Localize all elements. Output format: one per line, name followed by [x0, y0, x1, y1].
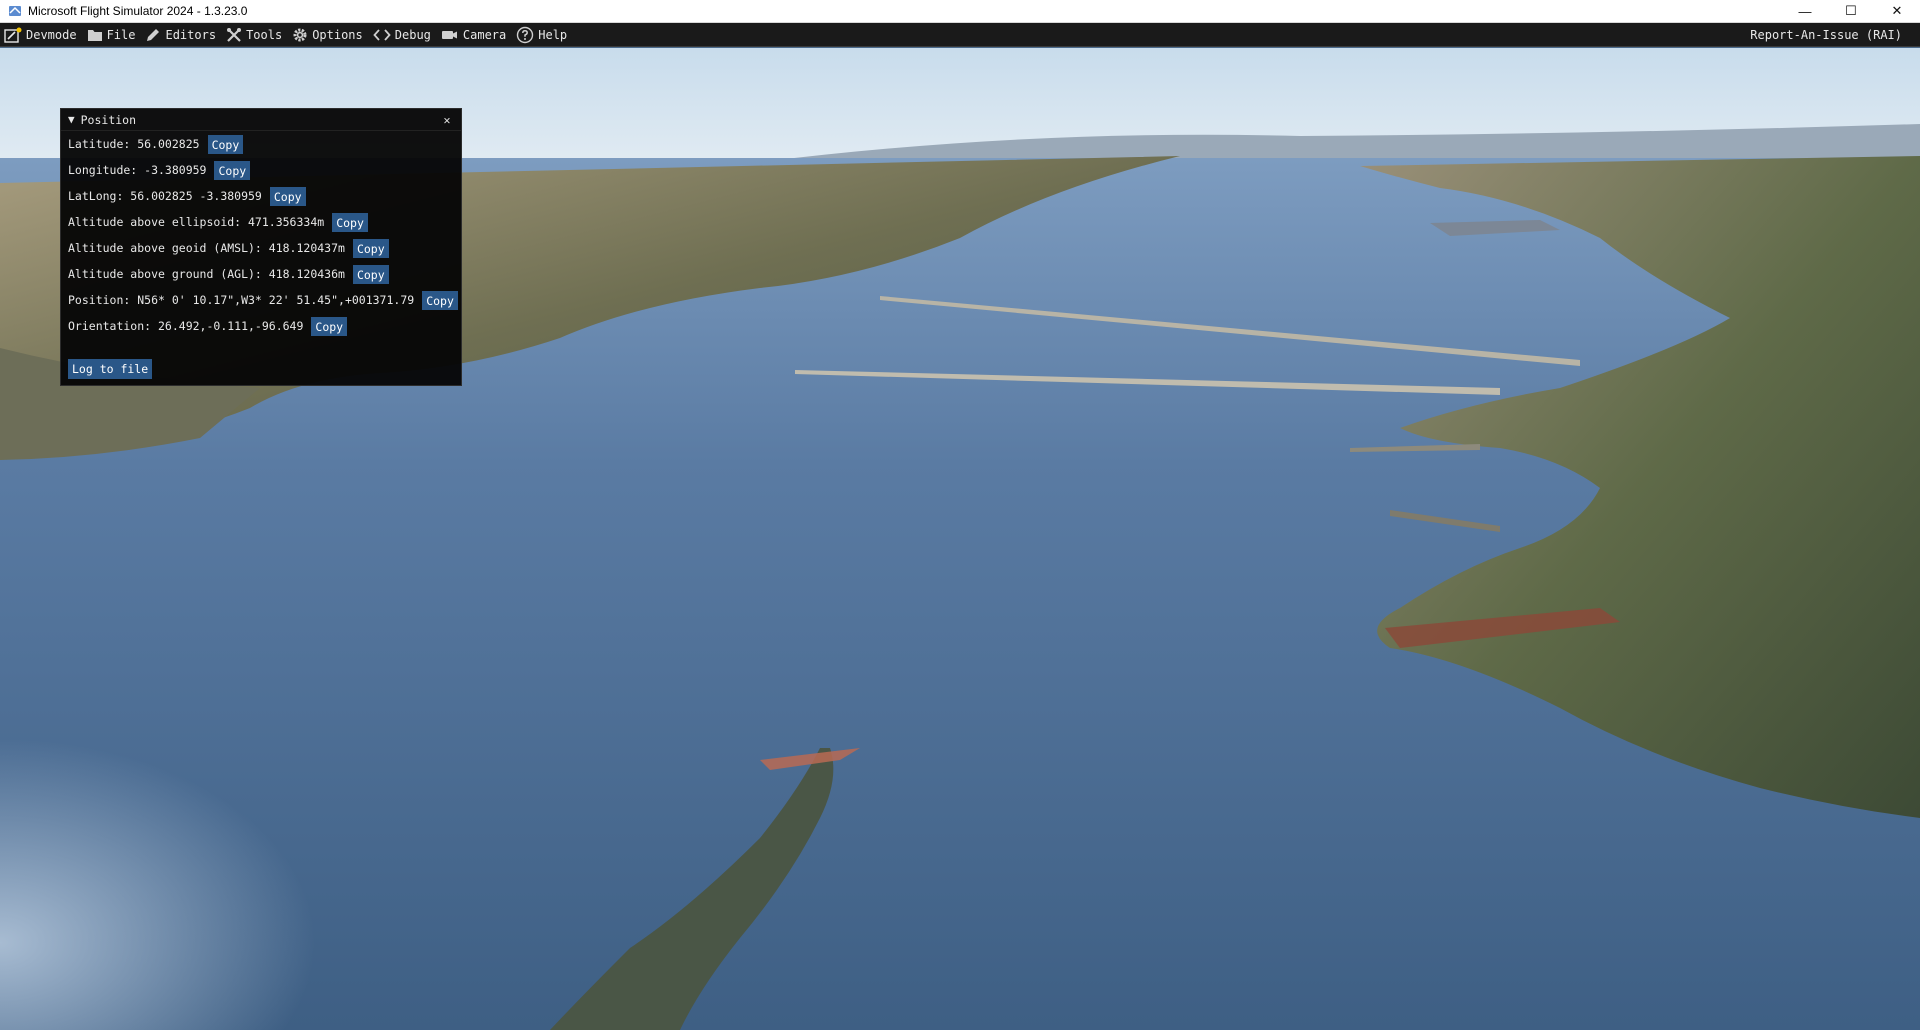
copy-altitude-ellipsoid-button[interactable]: Copy [332, 212, 368, 232]
copy-altitude-ground-button[interactable]: Copy [352, 264, 389, 284]
gear-icon [293, 28, 307, 41]
altitude-ellipsoid-row: Altitude above ellipsoid: 471.356334m Co… [61, 209, 461, 235]
window-title: Microsoft Flight Simulator 2024 - 1.3.23… [28, 4, 248, 18]
copy-altitude-geoid-button[interactable]: Copy [352, 238, 389, 258]
sun-glare [0, 448, 900, 1030]
menu-tools[interactable]: Tools [222, 23, 288, 47]
folder-icon [87, 29, 102, 41]
latlong-row: LatLong: 56.002825 -3.380959 Copy [61, 183, 461, 209]
menu-options[interactable]: Options [288, 23, 369, 47]
devmode-icon [4, 27, 22, 43]
simulator-viewport[interactable]: ▼ Position ✕ Latitude: 56.002825 Copy Lo… [0, 48, 1920, 1030]
app-icon [8, 4, 22, 18]
tools-icon [227, 27, 242, 42]
code-brackets-icon [373, 28, 391, 41]
latitude-row: Latitude: 56.002825 Copy [61, 131, 461, 157]
position-panel-header[interactable]: ▼ Position ✕ [61, 109, 461, 131]
help-icon [517, 26, 534, 43]
altitude-ground-row: Altitude above ground (AGL): 418.120436m… [61, 261, 461, 287]
minimize-button[interactable]: — [1782, 0, 1828, 23]
position-panel-title: Position [80, 112, 137, 127]
collapse-triangle-icon[interactable]: ▼ [68, 113, 75, 126]
report-an-issue-button[interactable]: Report-An-Issue (RAI) [1746, 23, 1920, 47]
altitude-geoid-value: Altitude above geoid (AMSL): 418.120437m [68, 241, 345, 255]
copy-latitude-button[interactable]: Copy [207, 134, 244, 154]
menu-debug-label: Debug [394, 27, 431, 42]
latitude-value: Latitude: 56.002825 [68, 137, 200, 151]
position-panel: ▼ Position ✕ Latitude: 56.002825 Copy Lo… [60, 108, 462, 386]
menu-devmode[interactable]: Devmode [0, 23, 83, 47]
menu-file-label: File [106, 27, 136, 42]
menu-debug[interactable]: Debug [369, 23, 437, 47]
copy-orientation-button[interactable]: Copy [311, 316, 348, 336]
copy-longitude-button[interactable]: Copy [214, 160, 251, 180]
altitude-geoid-row: Altitude above geoid (AMSL): 418.120437m… [61, 235, 461, 261]
menu-help-label: Help [538, 27, 568, 42]
altitude-ellipsoid-value: Altitude above ellipsoid: 471.356334m [68, 215, 325, 229]
close-window-button[interactable]: ✕ [1874, 0, 1920, 23]
pencil-icon [147, 28, 160, 41]
copy-position-button[interactable]: Copy [422, 290, 458, 310]
altitude-ground-value: Altitude above ground (AGL): 418.120436m [68, 267, 345, 281]
orientation-row: Orientation: 26.492,-0.111,-96.649 Copy [61, 313, 461, 339]
longitude-row: Longitude: -3.380959 Copy [61, 157, 461, 183]
menu-help[interactable]: Help [512, 23, 573, 47]
position-value: Position: N56* 0' 10.17",W3* 22' 51.45",… [68, 293, 415, 307]
camera-icon [441, 30, 457, 39]
menu-tools-label: Tools [246, 27, 283, 42]
menu-editors[interactable]: Editors [141, 23, 222, 47]
log-to-file-button[interactable]: Log to file [68, 359, 153, 379]
menu-camera[interactable]: Camera [437, 23, 512, 47]
window-titlebar: Microsoft Flight Simulator 2024 - 1.3.23… [0, 0, 1920, 23]
maximize-button[interactable]: ☐ [1828, 0, 1874, 23]
close-icon[interactable]: ✕ [437, 110, 457, 130]
copy-latlong-button[interactable]: Copy [269, 186, 306, 206]
position-row: Position: N56* 0' 10.17",W3* 22' 51.45",… [61, 287, 461, 313]
longitude-value: Longitude: -3.380959 [68, 163, 207, 177]
menu-camera-label: Camera [462, 27, 507, 42]
orientation-value: Orientation: 26.492,-0.111,-96.649 [68, 319, 304, 333]
latlong-value: LatLong: 56.002825 -3.380959 [68, 189, 262, 203]
menu-file[interactable]: File [83, 23, 142, 47]
menu-options-label: Options [312, 27, 363, 42]
menu-editors-label: Editors [165, 27, 217, 42]
devmode-menubar: Devmode File Editors Tools Options Debug… [0, 23, 1920, 47]
menu-devmode-label: Devmode [26, 27, 77, 42]
